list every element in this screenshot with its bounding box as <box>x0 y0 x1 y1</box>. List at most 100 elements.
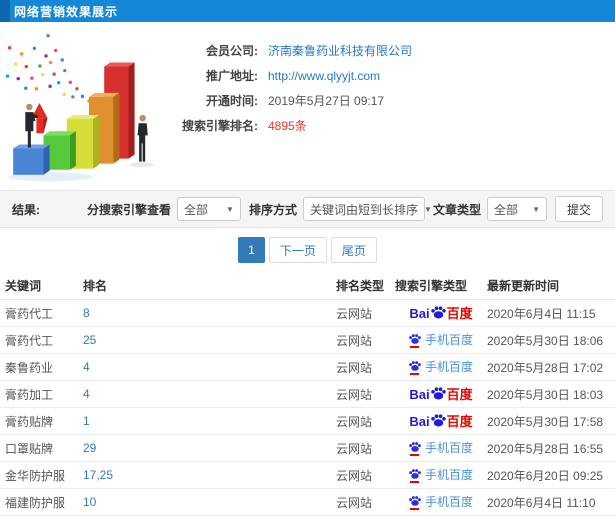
businessman-right <box>137 114 148 162</box>
table-row: 膏药贴牌 1 云网站 Bai 百度 2020年5月30日 17:58 <box>0 408 615 435</box>
baidu-logo: Bai 百度 <box>409 413 473 429</box>
growth-chart-clipart <box>6 34 154 182</box>
keyword-cell: 膏药代工 <box>5 333 54 348</box>
open-time-label: 开通时间: <box>206 94 258 108</box>
bar-chart-illustration <box>0 22 178 190</box>
article-type-select[interactable]: 全部 ▼ <box>486 197 547 221</box>
update-time-cell: 2020年6月20日 09:25 <box>487 468 604 483</box>
title-bar: 网络营销效果展示 <box>0 0 615 22</box>
sort-value: 关键词由短到长排序 <box>309 202 418 217</box>
baidu-mobile-paw-icon <box>409 441 421 456</box>
pagination: 1 下一页 尾页 <box>0 228 615 272</box>
chevron-down-icon: ▼ <box>423 204 432 214</box>
company-link[interactable]: 济南秦鲁药业科技有限公司 <box>268 42 412 59</box>
rank-count-value: 4895条 <box>268 119 307 133</box>
engine-cell: 手机百度 <box>395 333 487 348</box>
member-info-section: 会员公司: 济南秦鲁药业科技有限公司 推广地址: http://www.qlyy… <box>0 22 615 190</box>
baidu-mobile-logo: 手机百度 <box>409 495 473 510</box>
baidu-mobile-paw-icon <box>409 468 421 483</box>
ranking-table: 关键词 排名 排名类型 搜索引擎类型 最新更新时间 膏药代工 8 云网站 Bai… <box>0 272 615 520</box>
rank-type-cell: 云网站 <box>336 333 373 348</box>
rank-type-cell: 云网站 <box>336 387 373 402</box>
submit-button[interactable]: 提交 <box>554 196 603 222</box>
paw-icon <box>430 305 446 318</box>
rank-link[interactable]: 1 <box>83 414 90 428</box>
rank-type-cell: 云网站 <box>336 468 373 483</box>
baidu-mobile-logo: 手机百度 <box>409 360 473 375</box>
engine-filter-label: 分搜索引擎查看 <box>86 202 171 217</box>
table-header: 关键词 排名 排名类型 搜索引擎类型 最新更新时间 <box>0 272 615 300</box>
update-time-cell: 2020年5月30日 17:58 <box>487 414 604 429</box>
header-engine-type: 搜索引擎类型 <box>395 279 468 293</box>
baidu-mobile-label: 手机百度 <box>424 495 473 509</box>
keyword-cell: 口罩贴牌 <box>5 441 54 456</box>
rank-link[interactable]: 25 <box>83 333 96 347</box>
rank-link[interactable]: 10 <box>83 495 96 509</box>
table-row: 金华防护服 17,25 云网站 手机百度 2020年6月20日 09:25 <box>0 462 615 489</box>
baidu-mobile-label: 手机百度 <box>424 333 473 347</box>
engine-cell: 手机百度 <box>395 495 487 510</box>
update-time-cell: 2020年5月28日 17:02 <box>487 360 604 375</box>
rank-type-cell: 云网站 <box>336 360 373 375</box>
filter-bar: 结果: 分搜索引擎查看 全部 ▼ 排序方式 关键词由短到长排序 ▼ 文章类型 全… <box>0 190 615 228</box>
rank-link[interactable]: 17,25 <box>83 468 113 482</box>
detail-row-open-time: 开通时间: 2019年5月27日 09:17 <box>178 88 412 113</box>
baidu-mobile-paw-icon <box>409 333 421 348</box>
next-page-button[interactable]: 下一页 <box>268 237 327 263</box>
page-1-button[interactable]: 1 <box>238 237 265 263</box>
rank-type-cell: 云网站 <box>336 414 373 429</box>
keyword-cell: 膏药代工 <box>5 306 54 321</box>
detail-row-url: 推广地址: http://www.qlyyjt.com <box>178 63 412 88</box>
open-time-value: 2019年5月27日 09:17 <box>268 94 385 108</box>
engine-cell: 手机百度 <box>395 441 487 456</box>
header-rank: 排名 <box>83 279 108 293</box>
rank-count-label: 搜索引擎排名: <box>182 119 258 133</box>
promo-url-label: 推广地址: <box>206 69 258 83</box>
table-row: 膏药代工 8 云网站 Bai 百度 2020年6月4日 11:15 <box>0 300 615 327</box>
rank-link[interactable]: 4 <box>83 387 90 401</box>
header-rank-type: 排名类型 <box>336 279 385 293</box>
rank-type-cell: 云网站 <box>336 306 373 321</box>
engine-filter-value: 全部 <box>183 202 208 217</box>
results-label: 结果: <box>12 202 40 217</box>
baidu-logo: Bai 百度 <box>409 386 473 402</box>
paw-icon <box>430 386 446 399</box>
baidu-mobile-label: 手机百度 <box>424 441 473 455</box>
rank-link[interactable]: 4 <box>83 360 90 374</box>
rank-type-cell: 云网站 <box>336 495 373 510</box>
table-body: 膏药代工 8 云网站 Bai 百度 2020年6月4日 11:15 膏药代工 2… <box>0 300 615 520</box>
table-row: 秦鲁药业 4 云网站 手机百度 2020年5月28日 17:02 <box>0 354 615 381</box>
baidu-mobile-logo: 手机百度 <box>409 468 473 483</box>
chevron-down-icon: ▼ <box>532 204 540 214</box>
rank-link[interactable]: 29 <box>83 441 96 455</box>
keyword-cell: 膏药贴牌 <box>5 414 54 429</box>
sort-select[interactable]: 关键词由短到长排序 ▼ <box>302 197 432 221</box>
article-type-value: 全部 <box>493 202 518 217</box>
baidu-mobile-paw-icon <box>409 360 421 375</box>
confetti-dots <box>6 34 96 110</box>
paw-icon <box>430 413 446 426</box>
baidu-mobile-paw-icon <box>409 495 421 510</box>
promo-url-link[interactable]: http://www.qlyyjt.com <box>268 69 380 83</box>
company-label: 会员公司: <box>206 44 258 58</box>
baidu-logo: Bai 百度 <box>409 305 473 321</box>
table-row: 福建防护服 10 云网站 手机百度 2020年6月4日 11:10 <box>0 489 615 516</box>
update-time-cell: 2020年6月4日 11:15 <box>487 306 596 321</box>
engine-filter-select[interactable]: 全部 ▼ <box>176 197 241 221</box>
title-bar-accent <box>0 0 10 22</box>
update-time-cell: 2020年5月30日 18:03 <box>487 387 604 402</box>
table-row: 口罩贴牌 29 云网站 手机百度 2020年5月28日 16:55 <box>0 435 615 462</box>
page-title: 网络营销效果展示 <box>14 4 119 19</box>
last-page-button[interactable]: 尾页 <box>330 237 377 263</box>
header-keyword: 关键词 <box>5 279 42 293</box>
update-time-cell: 2020年5月28日 16:55 <box>487 441 604 456</box>
rank-link[interactable]: 8 <box>83 306 90 320</box>
bar-blue <box>13 144 50 175</box>
engine-cell: 手机百度 <box>395 468 487 483</box>
baidu-mobile-label: 手机百度 <box>424 360 473 374</box>
baidu-mobile-logo: 手机百度 <box>409 441 473 456</box>
paw-icon <box>409 360 421 371</box>
detail-row-rank-count: 搜索引擎排名: 4895条 <box>178 113 412 138</box>
detail-row-company: 会员公司: 济南秦鲁药业科技有限公司 <box>178 38 412 63</box>
engine-cell: Bai 百度 <box>395 386 487 402</box>
